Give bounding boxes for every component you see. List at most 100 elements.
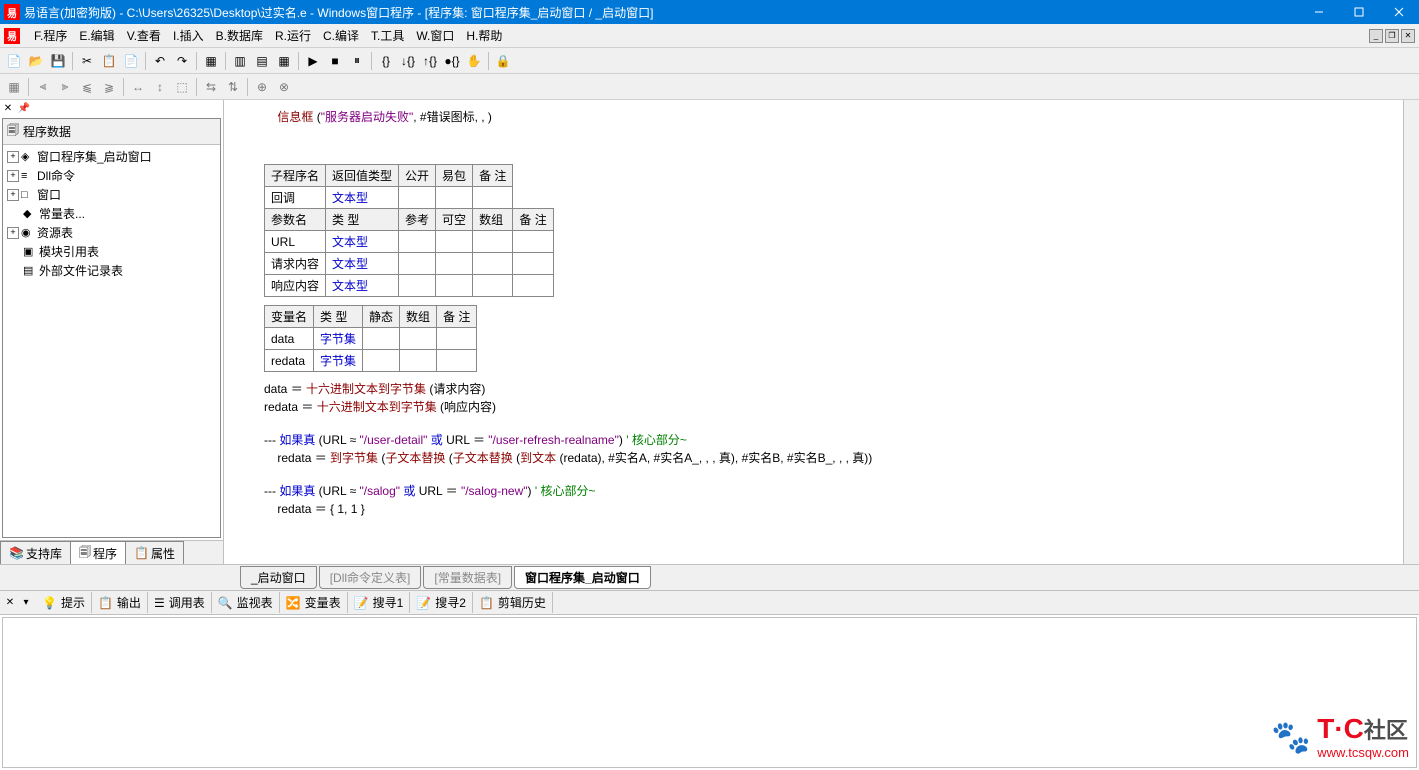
step-over-button[interactable]: {} [376,51,396,71]
run-button[interactable]: ▶ [303,51,323,71]
vspace-button[interactable]: ⇅ [223,77,243,97]
vertical-scrollbar[interactable] [1403,100,1419,564]
output-body[interactable] [2,617,1417,768]
tab-support-lib[interactable]: 📚 支持库 [0,541,71,564]
module-icon: ◈ [21,150,35,163]
output-pin-icon[interactable]: ▾ [20,597,32,609]
open-button[interactable]: 📂 [26,51,46,71]
panel-pin-icon[interactable]: 📌 [18,102,30,114]
align-center-button[interactable]: ⫸ [55,77,75,97]
align-grid-button[interactable]: ▦ [4,77,24,97]
menu-edit[interactable]: E.编辑 [73,25,120,46]
tree-node-extfile[interactable]: ▤ 外部文件记录表 [5,261,218,280]
redo-button[interactable]: ↷ [172,51,192,71]
const-icon: ◆ [23,207,37,220]
tab-program[interactable]: 🗐 程序 [70,541,126,564]
tree-label: 常量表... [39,205,85,222]
copy-button[interactable]: 📋 [99,51,119,71]
tree-label: 模块引用表 [39,243,99,260]
step-into-button[interactable]: ↓{} [398,51,418,71]
otab-search1[interactable]: 📝搜寻1 [348,592,411,613]
menu-view[interactable]: V.查看 [121,25,167,46]
otab-debug[interactable]: ☰调用表 [148,592,212,613]
save-button[interactable]: 💾 [48,51,68,71]
otab-hint[interactable]: 💡提示 [36,592,92,613]
code-editor[interactable]: 信息框 ("服务器启动失败", #错误图标, , ) 子程序名返回值类型公开易包… [224,100,1419,564]
center-h-button[interactable]: ⊕ [252,77,272,97]
menu-tools[interactable]: T.工具 [365,25,410,46]
same-size-button[interactable]: ⬚ [172,77,192,97]
menu-app-icon: 易 [4,28,20,44]
mascot-icon: 🐾 [1271,718,1311,756]
doc-tab-startwin[interactable]: _启动窗口 [240,566,317,589]
extfile-icon: ▤ [23,264,37,277]
project-tree: + ◈ 窗口程序集_启动窗口 + ≡ Dll命令 + □ 窗口 ◆ 常 [3,145,220,282]
otab-watch[interactable]: 🔍监视表 [212,592,280,613]
tree-expander-icon[interactable]: + [7,189,19,201]
menu-file[interactable]: F.程序 [28,25,73,46]
tree-title: 程序数据 [23,123,71,140]
output-close-icon[interactable]: ✕ [4,597,16,609]
paste-button[interactable]: 📄 [121,51,141,71]
lock-button[interactable]: 🔒 [493,51,513,71]
menu-run[interactable]: R.运行 [269,25,317,46]
program-icon: 🗐 [79,543,91,564]
align-left-button[interactable]: ⫷ [33,77,53,97]
mdi-restore[interactable]: ❐ [1385,29,1399,43]
menu-help[interactable]: H.帮助 [460,25,508,46]
otab-vars[interactable]: 🔀变量表 [280,592,348,613]
align-right-button[interactable]: ⫹ [77,77,97,97]
pause-button[interactable]: ⏸ [347,51,367,71]
otab-clip[interactable]: 📋剪辑历史 [473,592,553,613]
mdi-minimize[interactable]: _ [1369,29,1383,43]
minimize-button[interactable] [1299,0,1339,24]
breakpoint-button[interactable]: ●{} [442,51,462,71]
tree-expander-icon[interactable]: + [7,170,19,182]
tree-node-dll[interactable]: + ≡ Dll命令 [5,166,218,185]
menu-window[interactable]: W.窗口 [410,25,460,46]
cut-button[interactable]: ✂ [77,51,97,71]
menu-insert[interactable]: I.插入 [167,25,210,46]
same-width-button[interactable]: ↔ [128,77,148,97]
maximize-button[interactable] [1339,0,1379,24]
tree-node-windowset[interactable]: + ◈ 窗口程序集_启动窗口 [5,147,218,166]
tree-expander-icon[interactable]: + [7,151,19,163]
document-tabs: _启动窗口 [Dll命令定义表] [常量数据表] 窗口程序集_启动窗口 [0,564,1419,590]
titlebar-text: 易语言(加密狗版) - C:\Users\26325\Desktop\过实名.e… [24,4,1299,21]
module-ref-icon: ▣ [23,245,37,258]
otab-search2[interactable]: 📝搜寻2 [410,592,473,613]
new-button[interactable]: 📄 [4,51,24,71]
tab-properties[interactable]: 📋 属性 [125,541,184,564]
layout3-button[interactable]: ▦ [274,51,294,71]
hspace-button[interactable]: ⇆ [201,77,221,97]
same-height-button[interactable]: ↕ [150,77,170,97]
tree-node-resource[interactable]: + ◉ 资源表 [5,223,218,242]
tree-node-moduleref[interactable]: ▣ 模块引用表 [5,242,218,261]
align-top-button[interactable]: ⫺ [99,77,119,97]
stop-button[interactable]: ■ [325,51,345,71]
doc-tab-windowset[interactable]: 窗口程序集_启动窗口 [514,566,651,589]
tree-node-const[interactable]: ◆ 常量表... [5,204,218,223]
titlebar: 易 易语言(加密狗版) - C:\Users\26325\Desktop\过实名… [0,0,1419,24]
menu-compile[interactable]: C.编译 [317,25,365,46]
step-out-button[interactable]: ↑{} [420,51,440,71]
mdi-close[interactable]: ✕ [1401,29,1415,43]
tree-node-window[interactable]: + □ 窗口 [5,185,218,204]
otab-output[interactable]: 📋输出 [92,592,148,613]
doc-tab-const[interactable]: [常量数据表] [423,566,512,589]
undo-button[interactable]: ↶ [150,51,170,71]
watermark-logo: T·C [1317,713,1364,744]
menu-database[interactable]: B.数据库 [210,25,269,46]
panel-close-icon[interactable]: ✕ [2,102,14,114]
search-icon: 📝 [416,596,431,610]
stack-icon: ☰ [154,596,165,610]
tree-expander-icon[interactable]: + [7,227,19,239]
center-v-button[interactable]: ⊗ [274,77,294,97]
close-button[interactable] [1379,0,1419,24]
form-button[interactable]: ▦ [201,51,221,71]
layout1-button[interactable]: ▥ [230,51,250,71]
doc-tab-dll[interactable]: [Dll命令定义表] [319,566,422,589]
hand-button[interactable]: ✋ [464,51,484,71]
layout2-button[interactable]: ▤ [252,51,272,71]
resource-icon: ◉ [21,226,35,239]
